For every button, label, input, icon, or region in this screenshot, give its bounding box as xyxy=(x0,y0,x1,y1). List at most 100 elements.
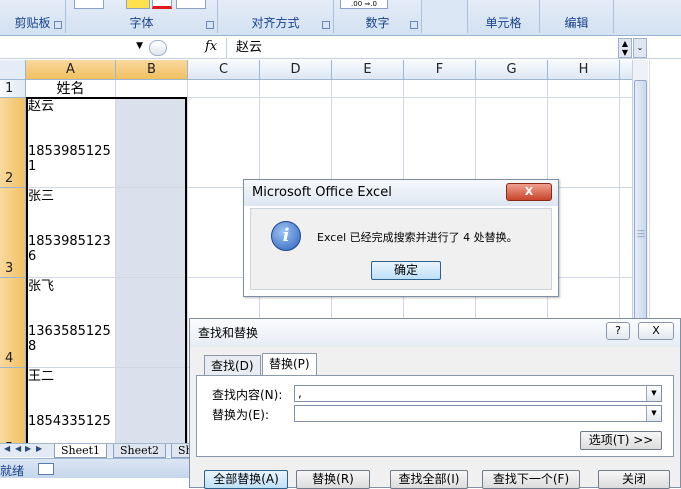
cell-b5[interactable] xyxy=(116,368,188,443)
grid-cell[interactable] xyxy=(548,98,620,188)
cell-b2[interactable] xyxy=(116,98,188,188)
cell-a1[interactable]: 姓名 xyxy=(26,80,116,98)
formula-bar: ▼ fx 赵云 ▲ ▼ ⌄ xyxy=(0,37,681,59)
grid-cell[interactable] xyxy=(260,98,332,188)
grid-cell[interactable] xyxy=(188,80,260,98)
ribbon-group-cells: 单元格 xyxy=(468,0,540,33)
find-next-button[interactable]: 查找下一个(F) xyxy=(482,470,580,489)
column-header-g[interactable]: G xyxy=(476,60,548,80)
tab-find[interactable]: 查找(D) xyxy=(204,355,261,375)
chevron-down-icon[interactable]: ▼ xyxy=(136,41,143,51)
grid-cell[interactable] xyxy=(620,188,632,278)
column-header-h[interactable]: H xyxy=(548,60,620,80)
find-what-value: , xyxy=(298,386,302,400)
find-all-button[interactable]: 查找全部(I) xyxy=(390,470,468,489)
column-header-c[interactable]: C xyxy=(188,60,260,80)
grid-cell[interactable] xyxy=(476,80,548,98)
decimal-button[interactable]: .00 ⇒.0 xyxy=(340,0,388,9)
formula-scroll-icon[interactable]: ▲ ▼ xyxy=(618,38,632,58)
row-header[interactable]: 1 xyxy=(0,80,26,98)
close-icon[interactable]: X xyxy=(638,322,674,340)
row-header[interactable]: 4 xyxy=(0,278,26,368)
cell-a5[interactable]: 王二 1854335125 xyxy=(26,368,116,443)
formula-bar-resize-handle[interactable] xyxy=(149,40,167,56)
ribbon-group-editing: 编辑 xyxy=(540,0,614,33)
first-sheet-icon[interactable]: ◀ xyxy=(4,444,10,453)
column-header-d[interactable]: D xyxy=(260,60,332,80)
grid-cell[interactable] xyxy=(188,98,260,188)
status-text: 就绪 xyxy=(0,464,25,478)
grid-cell[interactable] xyxy=(260,80,332,98)
cell-b4[interactable] xyxy=(116,278,188,368)
replace-all-button[interactable]: 全部替换(A) xyxy=(204,470,288,489)
options-button[interactable]: 选项(T) >> xyxy=(580,431,662,450)
ribbon-group-label: 单元格 xyxy=(485,16,522,30)
alert-message: Excel 已经完成搜索并进行了 4 处替换。 xyxy=(317,231,518,244)
font-color-button[interactable] xyxy=(152,0,172,9)
cell-a2[interactable]: 赵云 1853985125 1 xyxy=(26,98,116,188)
grid-cell[interactable] xyxy=(332,80,404,98)
macro-record-icon[interactable] xyxy=(38,463,54,475)
column-header-i[interactable] xyxy=(620,60,632,80)
grid-cell[interactable] xyxy=(620,80,632,98)
chevron-down-icon[interactable]: ▼ xyxy=(646,406,661,421)
dialog-launcher-icon[interactable] xyxy=(54,21,62,29)
name-box[interactable]: ▼ xyxy=(0,39,145,57)
column-header-a[interactable]: A xyxy=(26,60,116,80)
ribbon-group-label: 字体 xyxy=(129,16,154,30)
replace-with-label: 替换为(E): xyxy=(212,408,269,422)
row-header[interactable]: 2 xyxy=(0,98,26,188)
phonetic-button[interactable] xyxy=(176,0,206,9)
cell-a3[interactable]: 张三 1853985123 6 xyxy=(26,188,116,278)
sheet-tab-sheet1[interactable]: Sheet1 xyxy=(54,444,108,458)
ribbon-group-label: 编辑 xyxy=(564,16,589,30)
ribbon-group-alignment: 对齐方式 xyxy=(218,0,334,33)
dialog-launcher-icon[interactable] xyxy=(410,21,418,29)
row-header[interactable]: 5 xyxy=(0,368,26,443)
select-all-corner[interactable] xyxy=(0,60,26,80)
last-sheet-icon[interactable]: ▶ xyxy=(36,444,42,453)
ribbon-group-clipboard: 剪贴板 xyxy=(0,0,66,33)
tab-replace[interactable]: 替换(P) xyxy=(262,353,317,376)
grid-cell[interactable] xyxy=(332,98,404,188)
ribbon: 剪贴板 字体 对齐方式 .00 ⇒.0 数字 单元格 编辑 xyxy=(0,0,681,36)
sheet-tab-bar: ◀ ◀ ▶ ▶ Sheet1 Sheet2 Sh xyxy=(0,443,200,458)
close-icon[interactable]: X xyxy=(506,183,552,201)
next-sheet-icon[interactable]: ▶ xyxy=(25,444,31,453)
alert-body: i Excel 已经完成搜索并进行了 4 处替换。 确定 xyxy=(250,208,552,290)
replace-button[interactable]: 替换(R) xyxy=(296,470,370,489)
cell-a4[interactable]: 张飞 1363585125 8 xyxy=(26,278,116,368)
prev-sheet-icon[interactable]: ◀ xyxy=(15,444,21,453)
cell-b3[interactable] xyxy=(116,188,188,278)
fill-color-button[interactable] xyxy=(126,0,150,9)
grid-cell[interactable] xyxy=(620,98,632,188)
info-icon: i xyxy=(271,221,301,251)
expand-formula-bar-icon[interactable]: ⌄ xyxy=(633,38,647,58)
close-button[interactable]: 关闭 xyxy=(598,470,670,489)
chevron-down-icon[interactable]: ▼ xyxy=(646,386,661,401)
grid-cell[interactable] xyxy=(548,80,620,98)
insert-function-icon[interactable]: fx xyxy=(205,39,217,54)
cell-b1[interactable] xyxy=(116,80,188,98)
completion-alert-dialog: Microsoft Office Excel X i Excel 已经完成搜索并… xyxy=(243,179,559,297)
column-header-f[interactable]: F xyxy=(404,60,476,80)
grid-cell[interactable] xyxy=(404,98,476,188)
ribbon-group-label: 数字 xyxy=(365,16,390,30)
row-header[interactable]: 3 xyxy=(0,188,26,278)
grid-cell[interactable] xyxy=(476,98,548,188)
replace-with-input[interactable]: ▼ xyxy=(294,405,662,422)
border-button[interactable] xyxy=(74,0,104,9)
find-what-input[interactable]: , ▼ xyxy=(294,385,662,402)
formula-input[interactable]: 赵云 xyxy=(226,38,616,58)
help-icon[interactable]: ? xyxy=(606,322,630,340)
side-panel xyxy=(649,60,681,320)
grid-cell[interactable] xyxy=(404,80,476,98)
sheet-tab-sheet2[interactable]: Sheet2 xyxy=(113,444,167,458)
dialog-launcher-icon[interactable] xyxy=(322,21,330,29)
ok-button[interactable]: 确定 xyxy=(371,261,441,280)
dialog-launcher-icon[interactable] xyxy=(206,21,214,29)
column-header-b[interactable]: B xyxy=(116,60,188,80)
ribbon-group-font: 字体 xyxy=(66,0,218,33)
ribbon-group-styles xyxy=(422,0,468,33)
column-header-e[interactable]: E xyxy=(332,60,404,80)
